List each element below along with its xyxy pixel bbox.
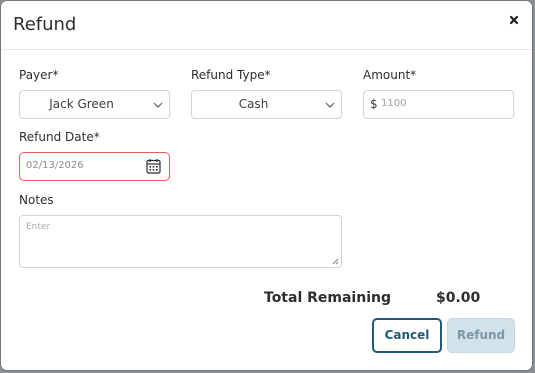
- close-icon: [509, 15, 519, 25]
- notes-textarea[interactable]: Enter: [19, 215, 342, 268]
- refund-button[interactable]: Refund: [447, 318, 515, 353]
- refund-type-select[interactable]: Cash: [191, 90, 342, 119]
- notes-placeholder: Enter: [26, 222, 51, 232]
- modal-header: Refund: [1, 1, 532, 50]
- payer-select[interactable]: Jack Green: [19, 90, 170, 119]
- refund-type-label: Refund Type*: [191, 68, 271, 82]
- refund-date-input[interactable]: 02/13/2026: [19, 152, 170, 181]
- refund-type-value: Cash: [238, 97, 269, 111]
- modal-title: Refund: [13, 14, 77, 35]
- currency-symbol: $: [370, 97, 378, 111]
- refund-date-label: Refund Date*: [19, 130, 100, 144]
- close-button[interactable]: [506, 12, 522, 28]
- amount-value: 1100: [381, 98, 407, 109]
- amount-label: Amount*: [363, 68, 417, 82]
- resize-handle-icon[interactable]: [332, 258, 339, 265]
- chevron-down-icon: [325, 102, 335, 108]
- calendar-icon[interactable]: [146, 158, 161, 174]
- notes-label: Notes: [19, 193, 54, 207]
- payer-label: Payer*: [19, 68, 59, 82]
- amount-input[interactable]: $ 1100: [363, 90, 514, 119]
- total-remaining-value: $0.00: [436, 290, 481, 306]
- cancel-button[interactable]: Cancel: [372, 318, 442, 353]
- refund-modal: Refund Payer* Jack Green Refund Type* Ca…: [1, 1, 532, 370]
- refund-date-value: 02/13/2026: [26, 160, 84, 171]
- payer-value: Jack Green: [49, 97, 114, 111]
- chevron-down-icon: [153, 102, 163, 108]
- total-remaining-label: Total Remaining: [264, 290, 391, 306]
